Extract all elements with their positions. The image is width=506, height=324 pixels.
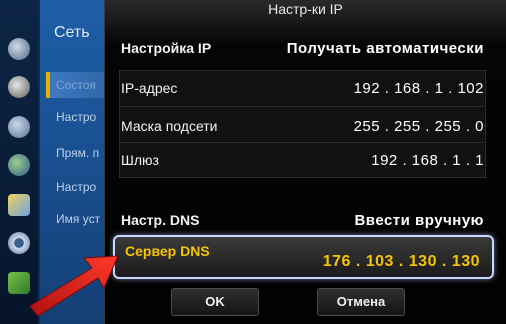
ip-address-row[interactable]: IP-адрес 192 . 168 . 1 . 102 xyxy=(121,74,484,102)
network-globe-icon[interactable] xyxy=(8,154,30,176)
sound-icon[interactable] xyxy=(8,76,30,98)
subnet-mask-label: Маска подсети xyxy=(121,118,218,134)
menu-item-network-settings[interactable]: Настро xyxy=(56,110,96,124)
gateway-row[interactable]: Шлюз 192 . 168 . 1 . 1 xyxy=(121,146,484,174)
dns-server-field[interactable]: Сервер DNS 176 . 103 . 130 . 130 xyxy=(113,235,494,279)
dialog-title: Настр-ки IP xyxy=(268,1,343,17)
dns-server-label: Сервер DNS xyxy=(125,243,210,259)
icon-column xyxy=(0,0,38,324)
ip-setting-row[interactable]: Настройка IP Получать автоматически xyxy=(121,34,484,62)
dns-setting-row[interactable]: Настр. DNS Ввести вручную xyxy=(121,206,484,234)
system-icon[interactable] xyxy=(8,194,30,216)
gateway-label: Шлюз xyxy=(121,152,159,168)
dns-server-value: 176 . 103 . 130 . 130 xyxy=(322,253,480,270)
dns-setting-label: Настр. DNS xyxy=(121,212,200,228)
gateway-value: 192 . 168 . 1 . 1 xyxy=(371,151,484,169)
support-icon[interactable] xyxy=(8,272,30,294)
broadcast-icon[interactable] xyxy=(8,116,30,138)
divider xyxy=(119,106,486,107)
ip-setting-value: Получать автоматически xyxy=(286,39,484,57)
divider xyxy=(119,142,486,143)
menu-item-status[interactable]: Состоя xyxy=(56,78,96,92)
ip-address-value: 192 . 168 . 1 . 102 xyxy=(353,79,484,97)
subnet-mask-value: 255 . 255 . 255 . 0 xyxy=(353,117,484,135)
tv-settings-sidebar: Сеть Состоя Настро Прям. п Настро Имя ус… xyxy=(0,0,120,324)
ip-address-label: IP-адрес xyxy=(121,80,178,96)
ok-button[interactable]: OK xyxy=(171,288,259,316)
menu-title: Сеть xyxy=(54,24,90,41)
menu-item-direct[interactable]: Прям. п xyxy=(56,146,99,160)
picture-icon[interactable] xyxy=(8,38,30,60)
dns-setting-value: Ввести вручную xyxy=(354,211,484,229)
menu-item-settings[interactable]: Настро xyxy=(56,180,96,194)
menu-item-device-name[interactable]: Имя уст xyxy=(56,212,100,226)
ip-settings-dialog: Настр-ки IP Настройка IP Получать автома… xyxy=(104,0,506,324)
cancel-button[interactable]: Отмена xyxy=(317,288,405,316)
subnet-mask-row[interactable]: Маска подсети 255 . 255 . 255 . 0 xyxy=(121,112,484,140)
settings-gear-icon[interactable] xyxy=(8,232,30,254)
ip-setting-label: Настройка IP xyxy=(121,40,212,56)
